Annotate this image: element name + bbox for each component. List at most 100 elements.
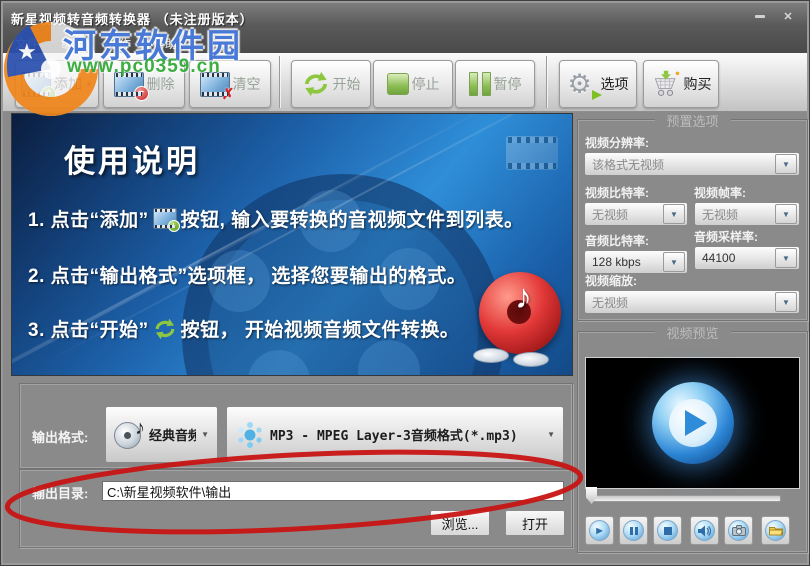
pause-button-label: 暂停 — [494, 74, 522, 94]
video-scale-select[interactable]: 无视频 ▼ — [584, 290, 800, 314]
audio-bitrate-label: 音频比特率: — [585, 232, 649, 249]
chevron-down-icon[interactable]: ▼ — [775, 292, 797, 312]
preview-volume-button[interactable] — [690, 516, 719, 545]
preset-panel-title: 预置选项 — [654, 111, 730, 130]
film-remove-icon: − — [114, 72, 144, 97]
menu-action[interactable]: 动作 — [103, 34, 135, 53]
output-dir-group: 输出目录: 浏览... 打开 — [19, 469, 573, 548]
chevron-down-icon[interactable]: ▼ — [775, 154, 797, 174]
instruction-step-1: 1. 点击“添加” + 按钮, 输入要转换的音视频文件到列表。 — [28, 205, 524, 232]
video-scale-label: 视频缩放: — [585, 272, 637, 289]
audio-bitrate-select[interactable]: 128 kbps ▼ — [584, 250, 688, 274]
inline-film-add-icon: + — [153, 208, 177, 229]
clear-button-label: 清空 — [233, 74, 261, 94]
cd-music-icon: ♪ — [114, 420, 144, 450]
play-icon: ▶ — [589, 520, 610, 541]
format-category-select[interactable]: ♪ 经典音频 ▼ — [105, 406, 218, 463]
window-controls: ✕ — [751, 9, 797, 23]
start-button[interactable]: 开始 — [291, 60, 371, 108]
pause-bars-icon — [469, 72, 491, 96]
title-bar: 新星视频转音频转换器 （未注册版本） ✕ 文件 编辑 动作 帮助 — [3, 3, 807, 53]
gear-icon: ⚙ — [568, 69, 598, 99]
format-molecule-icon — [235, 420, 265, 450]
film-add-icon: + — [21, 72, 51, 97]
menu-bar: 文件 编辑 动作 帮助 — [11, 34, 181, 53]
video-bitrate-label: 视频比特率: — [585, 184, 649, 201]
video-bitrate-select[interactable]: 无视频 ▼ — [584, 202, 688, 226]
output-dir-label: 输出目录: — [32, 483, 88, 502]
preview-open-folder-button[interactable] — [761, 516, 790, 545]
video-preview-screen — [585, 357, 800, 489]
minimize-button[interactable] — [751, 9, 769, 23]
video-resolution-label: 视频分辨率: — [585, 134, 649, 151]
toolbar-separator — [546, 56, 547, 108]
video-framerate-select[interactable]: 无视频 ▼ — [694, 202, 800, 226]
video-resolution-select[interactable]: 该格式无视频 ▼ — [584, 152, 800, 176]
preview-pause-button[interactable] — [619, 516, 648, 545]
stop-icon — [657, 520, 678, 541]
music-note-icon: ♪ — [515, 278, 532, 317]
buy-button-label: 购买 — [684, 74, 712, 94]
browse-button[interactable]: 浏览... — [430, 510, 490, 536]
shopping-cart-icon — [651, 70, 681, 98]
remove-button-label: 删除 — [147, 74, 175, 94]
media-player-logo-icon — [652, 382, 734, 464]
chevron-down-icon[interactable]: ▼ — [775, 204, 797, 224]
preview-panel-title: 视频预览 — [654, 323, 730, 342]
film-strip-icon — [506, 136, 558, 170]
window-title: 新星视频转音频转换器 （未注册版本） — [11, 9, 254, 28]
music-disc-mascot: ♪ — [471, 272, 566, 372]
chevron-down-icon: ▼ — [547, 430, 555, 439]
preview-snapshot-button[interactable] — [724, 516, 753, 545]
remove-button[interactable]: − 删除 — [103, 60, 185, 108]
output-format-group: 输出格式: ♪ 经典音频 ▼ MP3 - MPEG Layer-3音频格式(*.… — [19, 383, 573, 469]
options-button[interactable]: ⚙ 选项 — [559, 60, 637, 108]
buy-button[interactable]: 购买 — [643, 60, 719, 108]
menu-file[interactable]: 文件 — [11, 34, 43, 53]
banner-title: 使用说明 — [64, 136, 200, 181]
app-window: 新星视频转音频转换器 （未注册版本） ✕ 文件 编辑 动作 帮助 + 添加 ▼ … — [0, 0, 810, 566]
stop-button[interactable]: 停止 — [373, 60, 453, 108]
inline-refresh-icon — [153, 318, 177, 340]
folder-icon — [765, 520, 786, 541]
menu-help[interactable]: 帮助 — [149, 34, 181, 53]
speaker-icon — [694, 520, 715, 541]
preview-stop-button[interactable] — [653, 516, 682, 545]
add-button-label: 添加 — [54, 74, 82, 94]
options-button-label: 选项 — [601, 74, 629, 94]
start-refresh-icon — [302, 71, 330, 97]
toolbar-separator — [279, 56, 280, 108]
chevron-down-icon[interactable]: ▼ — [663, 252, 685, 272]
preview-play-button[interactable]: ▶ — [585, 516, 614, 545]
open-button[interactable]: 打开 — [505, 510, 565, 536]
film-clear-icon: ✗ — [200, 72, 230, 97]
audio-samplerate-label: 音频采样率: — [694, 228, 758, 245]
audio-samplerate-select[interactable]: 44100 ▼ — [694, 246, 800, 270]
instructions-banner: 使用说明 1. 点击“添加” + 按钮, 输入要转换的音视频文件到列表。 2. … — [11, 113, 573, 376]
menu-edit[interactable]: 编辑 — [57, 34, 89, 53]
clear-button[interactable]: ✗ 清空 — [189, 60, 271, 108]
format-select[interactable]: MP3 - MPEG Layer-3音频格式(*.mp3) ▼ — [226, 406, 564, 463]
output-dir-input[interactable] — [102, 481, 564, 501]
pause-button[interactable]: 暂停 — [455, 60, 535, 108]
start-button-label: 开始 — [333, 74, 361, 94]
instruction-step-3: 3. 点击“开始” 按钮， 开始视频音频文件转换。 — [28, 315, 459, 342]
stop-square-icon — [387, 73, 409, 95]
toolbar: + 添加 ▼ − 删除 ✗ 清空 开始 停止 暂停 — [3, 53, 807, 112]
add-button[interactable]: + 添加 ▼ — [15, 60, 99, 108]
chevron-down-icon[interactable]: ▼ — [663, 204, 685, 224]
chevron-down-icon[interactable]: ▼ — [775, 248, 797, 268]
seek-bar[interactable] — [591, 495, 781, 502]
instruction-step-2: 2. 点击“输出格式”选项框， 选择您要输出的格式。 — [28, 261, 466, 288]
camera-icon — [728, 520, 749, 541]
video-framerate-label: 视频帧率: — [694, 184, 746, 201]
chevron-down-icon: ▼ — [85, 80, 93, 89]
close-button[interactable]: ✕ — [779, 9, 797, 23]
video-preview-panel: 视频预览 ▶ — [577, 331, 808, 553]
preset-options-panel: 预置选项 视频分辨率: 该格式无视频 ▼ 视频比特率: 视频帧率: 无视频 ▼ … — [577, 119, 808, 321]
stop-button-label: 停止 — [412, 74, 440, 94]
pause-icon — [623, 520, 644, 541]
chevron-down-icon: ▼ — [201, 430, 209, 439]
output-format-label: 输出格式: — [32, 427, 88, 446]
minimize-icon — [755, 15, 765, 18]
